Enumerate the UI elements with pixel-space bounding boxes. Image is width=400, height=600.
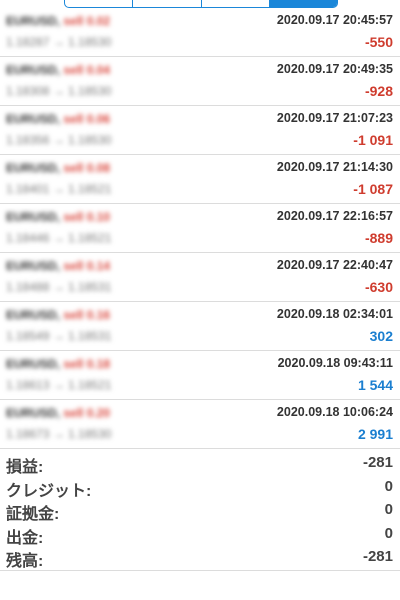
deal-side: sell 0.08 xyxy=(63,161,111,175)
deal-profit: -889 xyxy=(364,230,393,246)
deal-side: sell 0.20 xyxy=(63,406,111,420)
deal-symbol: EURUSD, sell 0.02 xyxy=(6,14,111,28)
deal-row[interactable]: EURUSD, sell 0.08 1.18401 → 1.18521 2020.0… xyxy=(0,155,400,204)
deal-prices: 1.18673 → 1.18530 xyxy=(6,427,112,441)
deal-profit: -630 xyxy=(364,279,393,295)
bottom-divider xyxy=(0,570,400,571)
deal-side: sell 0.16 xyxy=(63,308,111,322)
summary-row-credit: クレジット: 0 xyxy=(0,476,400,500)
deal-prices: 1.18446 → 1.18521 xyxy=(6,231,112,245)
deal-prices: 1.18401 → 1.18521 xyxy=(6,182,112,196)
deal-symbol: EURUSD, sell 0.10 xyxy=(6,210,111,224)
deal-profit: -550 xyxy=(364,34,393,50)
deal-time: 2020.09.17 22:40:47 xyxy=(276,258,393,272)
deal-side: sell 0.06 xyxy=(63,112,111,126)
deal-side: sell 0.10 xyxy=(63,210,111,224)
deal-row[interactable]: EURUSD, sell 0.04 1.18308 → 1.18530 2020.0… xyxy=(0,57,400,106)
period-segmented-control[interactable] xyxy=(64,0,338,8)
deal-prices: 1.18488 → 1.18531 xyxy=(6,280,112,294)
deal-time: 2020.09.18 09:43:11 xyxy=(277,356,393,370)
deal-profit: 2 991 xyxy=(357,426,393,442)
deal-symbol: EURUSD, sell 0.08 xyxy=(6,161,111,175)
deal-profit: 1 544 xyxy=(357,377,393,393)
segment-1[interactable] xyxy=(65,0,134,7)
deal-side: sell 0.02 xyxy=(63,14,111,28)
deal-time: 2020.09.17 22:16:57 xyxy=(276,209,393,223)
deal-row[interactable]: EURUSD, sell 0.02 1.18287 → 1.18530 2020.0… xyxy=(0,8,400,57)
deal-row[interactable]: EURUSD, sell 0.10 1.18446 → 1.18521 2020.0… xyxy=(0,204,400,253)
deal-time: 2020.09.18 02:34:01 xyxy=(276,307,393,321)
deal-side: sell 0.14 xyxy=(63,259,111,273)
deal-profit: -928 xyxy=(364,83,393,99)
summary-value: 0 xyxy=(384,477,393,495)
deal-time: 2020.09.18 10:06:24 xyxy=(276,405,393,419)
deal-side: sell 0.04 xyxy=(63,63,111,77)
deal-row[interactable]: EURUSD, sell 0.14 1.18488 → 1.18531 2020.0… xyxy=(0,253,400,302)
deals-list: EURUSD, sell 0.02 1.18287 → 1.18530 2020.0… xyxy=(0,8,400,449)
summary-section: 損益: -281 クレジット: 0 証拠金: 0 出金: 0 残高: -281 xyxy=(0,452,400,570)
deal-profit: 302 xyxy=(369,328,393,344)
deal-time: 2020.09.17 21:07:23 xyxy=(276,111,393,125)
deal-symbol: EURUSD, sell 0.18 xyxy=(6,357,111,371)
summary-row-withdrawal: 出金: 0 xyxy=(0,523,400,547)
deal-prices: 1.18308 → 1.18530 xyxy=(6,84,112,98)
deal-prices: 1.18287 → 1.18530 xyxy=(6,35,112,49)
segment-3[interactable] xyxy=(202,0,270,7)
summary-label: 残高: xyxy=(6,553,44,570)
deal-row[interactable]: EURUSD, sell 0.20 1.18673 → 1.18530 2020.0… xyxy=(0,400,400,449)
deal-prices: 1.18549 → 1.18531 xyxy=(6,329,112,343)
deal-time: 2020.09.17 21:14:30 xyxy=(276,160,393,174)
segment-4-selected[interactable] xyxy=(269,0,337,7)
deal-row[interactable]: EURUSD, sell 0.16 1.18549 → 1.18531 2020.0… xyxy=(0,302,400,351)
deal-symbol: EURUSD, sell 0.14 xyxy=(6,259,111,273)
summary-value: 0 xyxy=(384,501,393,518)
deal-symbol: EURUSD, sell 0.20 xyxy=(6,406,111,420)
deal-profit: -1 091 xyxy=(353,132,393,148)
summary-label: クレジット: xyxy=(6,482,92,500)
summary-value: 0 xyxy=(384,524,393,542)
deal-symbol: EURUSD, sell 0.06 xyxy=(6,112,111,126)
deal-time: 2020.09.17 20:45:57 xyxy=(276,13,393,27)
deal-time: 2020.09.17 20:49:35 xyxy=(276,62,393,76)
summary-row-profit: 損益: -281 xyxy=(0,452,400,476)
summary-value: -281 xyxy=(362,548,393,565)
deal-symbol: EURUSD, sell 0.16 xyxy=(6,308,111,322)
deal-side: sell 0.18 xyxy=(63,357,111,371)
summary-value: -281 xyxy=(362,454,393,471)
summary-label: 損益: xyxy=(6,459,44,476)
trade-history-screen: EURUSD, sell 0.02 1.18287 → 1.18530 2020.0… xyxy=(0,0,400,600)
summary-row-margin: 証拠金: 0 xyxy=(0,499,400,523)
summary-label: 出金: xyxy=(6,529,44,547)
summary-label: 証拠金: xyxy=(6,506,60,523)
deal-profit: -1 087 xyxy=(353,181,393,197)
deal-prices: 1.18613 → 1.18521 xyxy=(6,378,112,392)
deal-row[interactable]: EURUSD, sell 0.06 1.18356 → 1.18530 2020.0… xyxy=(0,106,400,155)
deal-row[interactable]: EURUSD, sell 0.18 1.18613 → 1.18521 2020.0… xyxy=(0,351,400,400)
segment-2[interactable] xyxy=(133,0,202,7)
summary-row-balance: 残高: -281 xyxy=(0,546,400,570)
deal-symbol: EURUSD, sell 0.04 xyxy=(6,63,111,77)
deal-prices: 1.18356 → 1.18530 xyxy=(6,133,112,147)
